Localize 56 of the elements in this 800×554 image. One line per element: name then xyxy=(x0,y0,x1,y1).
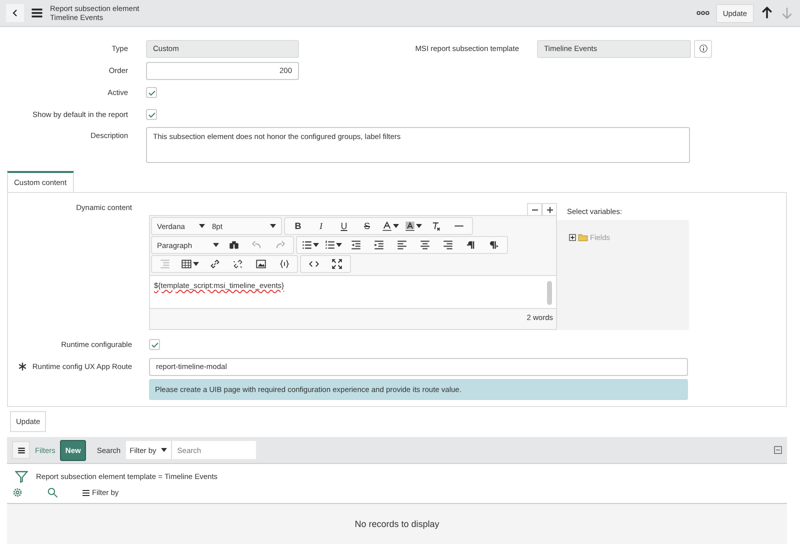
indent-icon[interactable] xyxy=(374,240,384,250)
format-button[interactable]: U xyxy=(333,218,355,234)
caret-icon[interactable] xyxy=(416,224,422,228)
outdent-icon[interactable] xyxy=(351,240,361,250)
menu-button[interactable] xyxy=(12,441,30,459)
highlight-icon[interactable] xyxy=(404,221,414,231)
folder-icon xyxy=(578,232,588,242)
caret-icon[interactable] xyxy=(193,262,199,266)
bullet-list-icon[interactable] xyxy=(302,240,312,250)
expand-icon xyxy=(546,206,554,214)
filter-icon[interactable] xyxy=(15,470,28,483)
settings-icon[interactable] xyxy=(12,487,23,498)
search-icon[interactable] xyxy=(47,487,58,498)
info-icon xyxy=(698,44,708,53)
image-icon[interactable] xyxy=(256,259,266,269)
caret-icon[interactable] xyxy=(312,243,318,247)
numbered-list-icon[interactable] xyxy=(324,240,334,250)
expand-icon xyxy=(570,234,575,240)
caret-icon[interactable] xyxy=(392,224,398,228)
align-center-icon[interactable] xyxy=(420,240,430,250)
text-color-icon[interactable] xyxy=(382,221,392,231)
table-icon[interactable] xyxy=(181,259,192,269)
checkbox[interactable] xyxy=(149,339,160,350)
checkbox-icon xyxy=(148,88,156,96)
checkbox[interactable] xyxy=(146,87,157,98)
link-icon[interactable] xyxy=(210,259,220,269)
collapse-icon[interactable] xyxy=(774,446,782,454)
unlink-icon[interactable] xyxy=(233,259,243,269)
align-left-icon[interactable] xyxy=(397,240,407,250)
back-button[interactable] xyxy=(6,4,24,22)
format-button[interactable]: S xyxy=(356,218,378,234)
code-icon[interactable] xyxy=(309,259,319,269)
empty-message: No records to display xyxy=(354,519,440,529)
format-button[interactable]: I xyxy=(310,218,332,234)
menu-icon xyxy=(16,446,26,454)
checkbox[interactable] xyxy=(146,109,157,120)
info-button[interactable] xyxy=(694,40,712,58)
format-button[interactable]: B xyxy=(287,218,309,234)
expand-button[interactable] xyxy=(542,203,557,216)
scrollbar-thumb[interactable] xyxy=(547,281,552,305)
pilcrow-icon[interactable] xyxy=(489,240,499,250)
align-right-icon[interactable] xyxy=(443,240,453,250)
caret-icon[interactable] xyxy=(336,243,342,247)
caret-icon[interactable] xyxy=(161,448,168,452)
menu-icon[interactable] xyxy=(30,6,44,20)
pilcrow-icon[interactable] xyxy=(466,240,476,250)
up-arrow-icon[interactable] xyxy=(760,6,774,20)
fullscreen-icon[interactable] xyxy=(332,259,342,269)
collapse-button[interactable] xyxy=(527,203,542,216)
back-icon xyxy=(11,9,19,17)
clear-format-icon[interactable] xyxy=(431,221,441,231)
checkbox-icon xyxy=(150,340,158,348)
checkbox-icon xyxy=(148,110,156,118)
filter-by-icon xyxy=(82,488,90,496)
variable-icon[interactable] xyxy=(278,259,290,269)
expand-toggle[interactable] xyxy=(569,234,576,240)
